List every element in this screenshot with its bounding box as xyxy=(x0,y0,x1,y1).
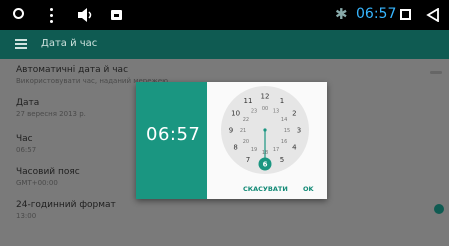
hour-21[interactable]: 21 xyxy=(240,128,246,134)
setting-24h-format[interactable]: 24-годинний формат 13:00 xyxy=(16,200,116,220)
clock-center-dot xyxy=(263,128,267,132)
hour-5[interactable]: 5 xyxy=(280,156,284,164)
hour-00[interactable]: 00 xyxy=(262,106,268,112)
hour-3[interactable]: 3 xyxy=(297,127,301,135)
setting-title: 24-годинний формат xyxy=(16,200,116,210)
hour-22[interactable]: 22 xyxy=(243,117,249,123)
hour-20[interactable]: 20 xyxy=(243,139,249,145)
selected-time[interactable]: 06:57 xyxy=(146,124,200,145)
hour-1[interactable]: 1 xyxy=(280,97,284,105)
setting-summary: GMT+00:00 xyxy=(16,179,58,187)
hour-12[interactable]: 12 xyxy=(261,93,270,101)
time-header: 06:57 xyxy=(136,82,207,199)
setting-summary: 13:00 xyxy=(16,212,37,220)
recents-icon[interactable] xyxy=(400,9,411,20)
setting-title: Часовий пояс xyxy=(16,167,80,177)
hour-14[interactable]: 14 xyxy=(281,117,287,123)
status-bar: ✱ 06:57 xyxy=(0,0,449,30)
setting-time[interactable]: Час 06:57 xyxy=(16,134,36,154)
ok-button[interactable]: OK xyxy=(303,185,314,193)
image-icon xyxy=(111,10,122,20)
setting-timezone[interactable]: Часовий пояс GMT+00:00 xyxy=(16,167,80,187)
setting-title: Час xyxy=(16,134,33,144)
hour-4[interactable]: 4 xyxy=(292,144,297,152)
page-title: Дата й час xyxy=(41,38,98,49)
cancel-button[interactable]: СКАСУВАТИ xyxy=(243,185,288,193)
format24-switch[interactable] xyxy=(434,204,444,214)
bluetooth-icon: ✱ xyxy=(335,5,348,23)
time-picker-dialog: 06:57 12 1 2 3 4 5 6 7 8 9 10 11 00 13 14 15 16 17 18 19 20… xyxy=(136,82,327,199)
setting-title: Дата xyxy=(16,98,40,108)
hour-9[interactable]: 9 xyxy=(229,127,233,135)
setting-summary: 27 вересня 2013 р. xyxy=(16,110,86,118)
status-time: 06:57 xyxy=(356,6,397,22)
back-icon[interactable] xyxy=(426,8,440,22)
hour-6[interactable]: 6 xyxy=(263,161,268,169)
hour-19[interactable]: 19 xyxy=(251,147,257,153)
hour-7[interactable]: 7 xyxy=(246,156,250,164)
auto-date-switch[interactable] xyxy=(430,71,442,74)
hour-8[interactable]: 8 xyxy=(233,144,237,152)
hour-15[interactable]: 15 xyxy=(284,128,290,134)
setting-title: Автоматичні дата й час xyxy=(16,65,129,75)
hour-17[interactable]: 17 xyxy=(273,147,279,153)
hour-2[interactable]: 2 xyxy=(292,110,296,118)
hour-10[interactable]: 10 xyxy=(231,110,240,118)
hour-23[interactable]: 23 xyxy=(251,109,257,115)
home-circle-icon[interactable] xyxy=(13,8,24,19)
menu-icon[interactable] xyxy=(15,39,27,49)
hour-13[interactable]: 13 xyxy=(273,109,279,115)
setting-date[interactable]: Дата 27 вересня 2013 р. xyxy=(16,98,86,118)
hour-16[interactable]: 16 xyxy=(281,139,287,145)
clock-face[interactable]: 121234567891011 00 1314151617181920212223 xyxy=(213,85,318,175)
app-bar: Дата й час xyxy=(0,30,449,59)
more-vert-icon[interactable] xyxy=(50,6,54,24)
volume-icon[interactable] xyxy=(76,6,96,24)
hour-18[interactable]: 18 xyxy=(262,150,268,156)
hour-11[interactable]: 11 xyxy=(244,97,253,105)
clock-panel: 12 1 2 3 4 5 6 7 8 9 10 11 00 13 14 15 16 17 18 19 20 21 22 23… xyxy=(207,82,327,199)
setting-summary: 06:57 xyxy=(16,146,37,154)
